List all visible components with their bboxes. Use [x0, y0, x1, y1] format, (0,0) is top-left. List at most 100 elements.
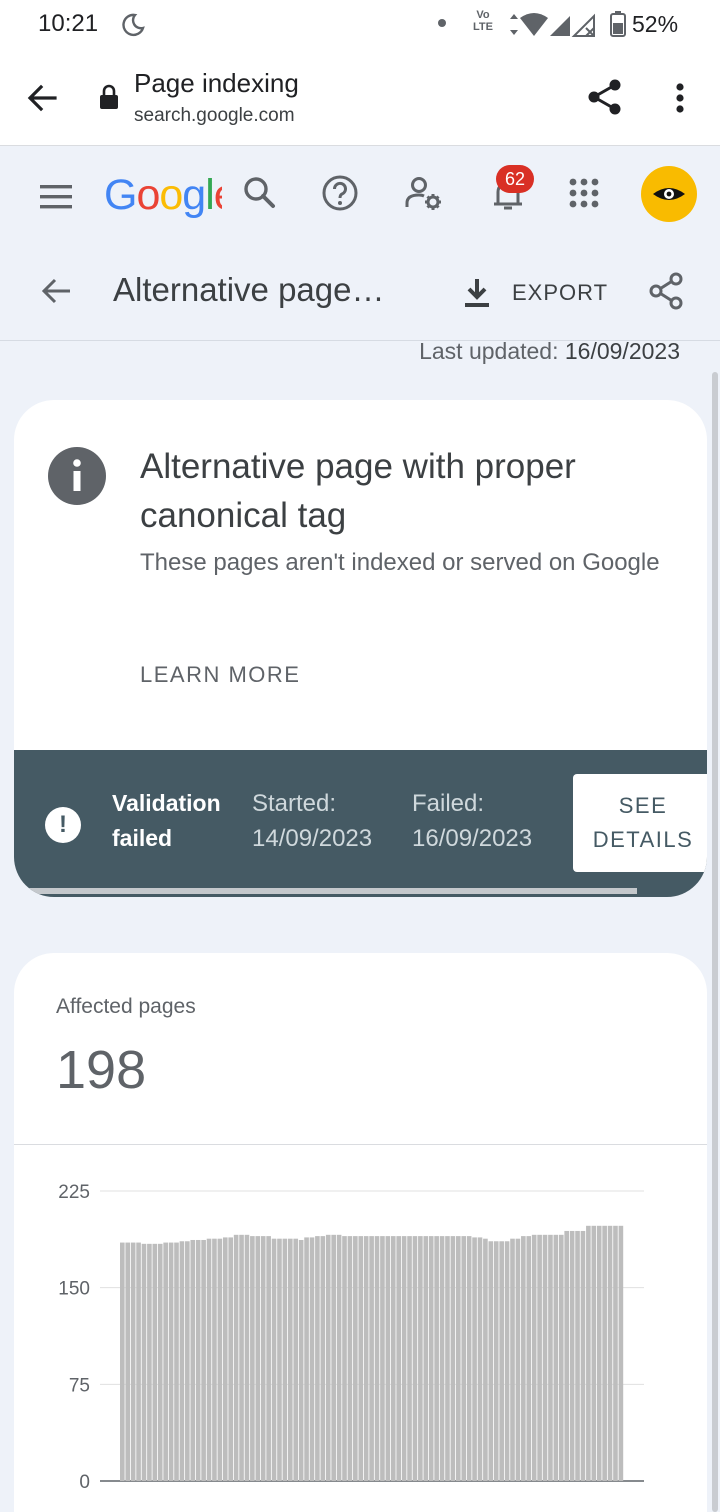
chart-bar[interactable]	[347, 1236, 353, 1481]
chart-bar[interactable]	[553, 1234, 559, 1481]
chart-bar[interactable]	[206, 1238, 212, 1481]
chart-bar[interactable]	[179, 1241, 185, 1481]
chart-bar[interactable]	[515, 1238, 521, 1481]
chart-bar[interactable]	[542, 1234, 548, 1481]
chart-bar[interactable]	[445, 1236, 450, 1481]
chart-bar[interactable]	[157, 1243, 163, 1481]
share-icon[interactable]	[584, 76, 626, 118]
apps-grid-icon[interactable]	[564, 173, 604, 213]
chart-bar[interactable]	[477, 1237, 483, 1481]
chart-bar[interactable]	[163, 1242, 168, 1481]
chart-bar[interactable]	[558, 1234, 564, 1481]
see-details-button[interactable]: SEE DETAILS	[573, 774, 707, 872]
chart-bar[interactable]	[461, 1236, 467, 1481]
chart-bar[interactable]	[423, 1236, 429, 1481]
chart-bar[interactable]	[591, 1225, 597, 1481]
chart-bar[interactable]	[271, 1238, 277, 1481]
back-arrow-icon[interactable]	[36, 271, 76, 311]
chart-bar[interactable]	[434, 1236, 439, 1481]
menu-icon[interactable]	[36, 181, 76, 213]
chart-bar[interactable]	[618, 1225, 624, 1481]
chart-bar[interactable]	[336, 1234, 342, 1481]
chart-bar[interactable]	[580, 1230, 586, 1481]
chart-bar[interactable]	[212, 1238, 217, 1481]
chart-bar[interactable]	[483, 1238, 488, 1481]
chart-bar[interactable]	[586, 1225, 591, 1481]
chart-bar[interactable]	[282, 1238, 288, 1481]
chart-bar[interactable]	[401, 1236, 407, 1481]
chart-bar[interactable]	[396, 1236, 402, 1481]
chart-bar[interactable]	[510, 1238, 515, 1481]
chart-bar[interactable]	[390, 1236, 396, 1481]
browser-url[interactable]: search.google.com	[134, 105, 295, 127]
share-report-icon[interactable]	[646, 271, 686, 311]
more-vert-icon[interactable]	[666, 78, 694, 118]
chart-bar[interactable]	[266, 1236, 271, 1481]
chart-bar[interactable]	[466, 1236, 472, 1481]
chart-bar[interactable]	[152, 1243, 158, 1481]
chart-bar[interactable]	[293, 1238, 299, 1481]
chart-bar[interactable]	[260, 1236, 266, 1481]
chart-bar[interactable]	[315, 1236, 320, 1481]
chart-bar[interactable]	[239, 1234, 244, 1481]
help-icon[interactable]	[320, 173, 360, 213]
chart-bar[interactable]	[228, 1237, 234, 1481]
chart-bar[interactable]	[418, 1236, 423, 1481]
chart-bar[interactable]	[531, 1234, 537, 1481]
chart-bar[interactable]	[575, 1230, 580, 1481]
chart-bar[interactable]	[168, 1242, 174, 1481]
chart-bar[interactable]	[521, 1236, 526, 1481]
chart-bar[interactable]	[201, 1239, 206, 1481]
chart-bar[interactable]	[439, 1236, 445, 1481]
chart-bar[interactable]	[174, 1242, 179, 1481]
chart-bar[interactable]	[472, 1237, 477, 1481]
chart-bar[interactable]	[233, 1234, 239, 1481]
chart-bar[interactable]	[325, 1234, 331, 1481]
chart-bar[interactable]	[607, 1225, 613, 1481]
chart-bar[interactable]	[147, 1243, 152, 1481]
chart-bar[interactable]	[358, 1236, 364, 1481]
chart-bar[interactable]	[499, 1241, 504, 1481]
chart-bar[interactable]	[130, 1242, 136, 1481]
chart-bar[interactable]	[504, 1241, 510, 1481]
chart-bar[interactable]	[569, 1230, 575, 1481]
chart-bar[interactable]	[342, 1236, 347, 1481]
chart-bar[interactable]	[456, 1236, 461, 1481]
page-scrollbar[interactable]	[712, 372, 718, 1512]
chart-bar[interactable]	[428, 1236, 434, 1481]
search-icon[interactable]	[240, 173, 280, 213]
chart-bar[interactable]	[526, 1236, 532, 1481]
chart-bar[interactable]	[298, 1239, 304, 1481]
chart-bar[interactable]	[288, 1238, 293, 1481]
horizontal-scrollbar[interactable]	[14, 888, 637, 894]
chart-bar[interactable]	[304, 1237, 309, 1481]
chart-bar[interactable]	[412, 1236, 418, 1481]
chart-bar[interactable]	[120, 1242, 125, 1481]
chart-bar[interactable]	[407, 1236, 412, 1481]
chart-bar[interactable]	[385, 1236, 391, 1481]
close-tab-back-icon[interactable]	[22, 78, 62, 118]
chart-bar[interactable]	[369, 1236, 374, 1481]
chart-bar[interactable]	[250, 1236, 255, 1481]
chart-bar[interactable]	[244, 1234, 250, 1481]
chart-bar[interactable]	[488, 1241, 494, 1481]
chart-bar[interactable]	[564, 1230, 570, 1481]
chart-bar[interactable]	[217, 1238, 223, 1481]
chart-bar[interactable]	[493, 1241, 499, 1481]
account-avatar[interactable]	[641, 166, 697, 222]
chart-bar[interactable]	[320, 1236, 326, 1481]
chart-bar[interactable]	[125, 1242, 131, 1481]
chart-bar[interactable]	[195, 1239, 201, 1481]
chart-bar[interactable]	[537, 1234, 542, 1481]
chart-bar[interactable]	[277, 1238, 282, 1481]
chart-bar[interactable]	[374, 1236, 380, 1481]
chart-bar[interactable]	[380, 1236, 385, 1481]
chart-bar[interactable]	[309, 1237, 315, 1481]
chart-bar[interactable]	[331, 1234, 336, 1481]
chart-bar[interactable]	[450, 1236, 456, 1481]
chart-bar[interactable]	[602, 1225, 607, 1481]
chart-bar[interactable]	[141, 1243, 147, 1481]
chart-bar[interactable]	[136, 1242, 141, 1481]
chart-bar[interactable]	[255, 1236, 261, 1481]
chart-bar[interactable]	[190, 1239, 196, 1481]
